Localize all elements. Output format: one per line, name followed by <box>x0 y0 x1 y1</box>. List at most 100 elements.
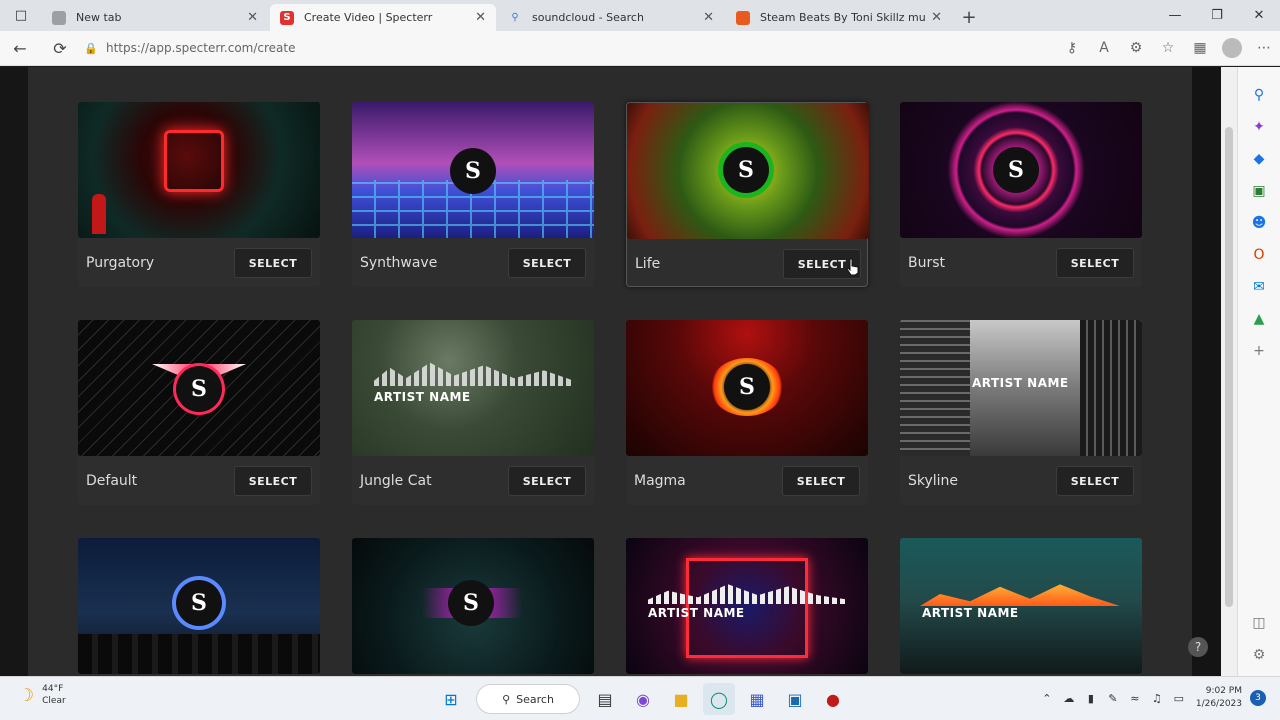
help-icon[interactable]: ? <box>1188 637 1208 657</box>
pen-icon[interactable]: ✎ <box>1102 683 1124 713</box>
search-icon: ⚲ <box>511 12 519 23</box>
artist-name-text: ARTIST NAME <box>648 606 745 620</box>
template-card-skyline[interactable]: ARTIST NAME Skyline SELECT <box>900 320 1142 505</box>
template-thumbnail <box>78 102 320 238</box>
tab-soundcloud-search[interactable]: ⚲ soundcloud - Search ✕ <box>498 4 724 31</box>
chat-icon[interactable]: ◉ <box>627 683 659 715</box>
app-icon[interactable]: ▣ <box>779 683 811 715</box>
specterr-logo-icon: S <box>450 148 496 194</box>
sparkle-icon[interactable]: ✦ <box>1248 116 1270 138</box>
new-tab-button[interactable]: + <box>954 4 984 31</box>
edge-browser-icon[interactable]: ◯ <box>703 683 735 715</box>
page-content: Purgatory SELECT S Synthwave SELECT S Li… <box>0 67 1237 676</box>
close-tab-icon[interactable]: ✕ <box>247 10 258 25</box>
tree-icon[interactable]: ▲ <box>1248 308 1270 330</box>
page-scrollbar[interactable] <box>1221 67 1237 676</box>
maximize-icon[interactable]: ❐ <box>1196 0 1238 31</box>
specterr-app-icon[interactable]: ● <box>817 683 849 715</box>
template-card-sunset-waves[interactable]: ARTIST NAME <box>900 538 1142 676</box>
search-icon: ⚲ <box>502 692 511 706</box>
specterr-logo-icon: S <box>176 580 222 626</box>
tag-icon[interactable]: ◆ <box>1248 148 1270 170</box>
tools-icon[interactable]: ▣ <box>1248 180 1270 202</box>
select-button[interactable]: SELECT <box>508 466 586 496</box>
close-tab-icon[interactable]: ✕ <box>475 10 486 25</box>
battery-status-icon[interactable]: ▭ <box>1168 683 1190 713</box>
battery-icon[interactable]: ▮ <box>1080 683 1102 713</box>
favorites-icon[interactable]: ☆ <box>1152 31 1184 66</box>
template-card-life[interactable]: S Life SELECT <box>626 102 869 287</box>
speaker-icon[interactable]: ♫ <box>1146 683 1168 713</box>
moon-icon: ☽ <box>18 684 35 706</box>
key-icon[interactable]: ⚷ <box>1056 31 1088 66</box>
background-panel <box>0 67 28 676</box>
scrollbar-thumb[interactable] <box>1225 127 1233 607</box>
taskbar-apps: ⊞ ⚲ Search ▤ ◉ ■ ◯ ▦ ▣ ● <box>432 683 852 715</box>
mouse-cursor-icon <box>846 258 859 276</box>
taskbar-search[interactable]: ⚲ Search <box>476 684 580 714</box>
template-card-jungle-cat[interactable]: ARTIST NAME Jungle Cat SELECT <box>352 320 594 505</box>
figure-shape <box>92 194 106 234</box>
workspaces-icon[interactable]: □ <box>0 0 42 31</box>
minimize-icon[interactable]: — <box>1154 0 1196 31</box>
tab-title: New tab <box>76 11 122 24</box>
template-name: Skyline <box>908 473 959 489</box>
chevron-up-icon[interactable]: ⌃ <box>1036 683 1058 713</box>
close-tab-icon[interactable]: ✕ <box>703 10 714 25</box>
select-button[interactable]: SELECT <box>234 248 312 278</box>
template-card-purgatory[interactable]: Purgatory SELECT <box>78 102 320 287</box>
template-thumbnail: ARTIST NAME <box>626 538 868 674</box>
more-icon[interactable]: ⋯ <box>1248 31 1280 66</box>
template-card-red-tunnel[interactable]: ARTIST NAME <box>626 538 868 676</box>
template-card-synthwave[interactable]: S Synthwave SELECT <box>352 102 594 287</box>
tab-title: Create Video | Specterr <box>304 11 433 24</box>
search-label: Search <box>516 692 554 706</box>
select-button[interactable]: SELECT <box>234 466 312 496</box>
collections-icon[interactable]: ▦ <box>1184 31 1216 66</box>
add-icon[interactable]: + <box>1248 340 1270 362</box>
task-view-icon[interactable]: ▤ <box>589 683 621 715</box>
refresh-icon[interactable]: ⟳ <box>40 31 80 66</box>
template-card-default[interactable]: S Default SELECT <box>78 320 320 505</box>
tracking-icon[interactable]: ⚙ <box>1120 31 1152 66</box>
close-tab-icon[interactable]: ✕ <box>931 10 942 25</box>
outlook-icon[interactable]: ✉ <box>1248 276 1270 298</box>
address-bar[interactable]: 🔒 https://app.specterr.com/create <box>84 35 964 61</box>
settings-gear-icon[interactable]: ⚙ <box>1248 644 1270 666</box>
template-card-burst[interactable]: S Burst SELECT <box>900 102 1142 287</box>
office-icon[interactable]: O <box>1248 244 1270 266</box>
profile-avatar[interactable] <box>1222 37 1242 58</box>
file-explorer-icon[interactable]: ■ <box>665 683 697 715</box>
notification-badge[interactable]: 3 <box>1250 690 1266 706</box>
back-arrow-icon[interactable]: ← <box>0 31 40 66</box>
weather-temp: 44°F <box>42 684 64 694</box>
split-screen-icon[interactable]: ◫ <box>1248 612 1270 634</box>
neon-frame-shape <box>164 130 224 192</box>
windows-start-icon[interactable]: ⊞ <box>435 683 467 715</box>
template-card-magma[interactable]: S Magma SELECT <box>626 320 868 505</box>
read-aloud-icon[interactable]: A <box>1088 31 1120 66</box>
wifi-icon[interactable]: ≈ <box>1124 683 1146 713</box>
building-shape <box>1080 320 1142 456</box>
select-button[interactable]: SELECT <box>782 466 860 496</box>
store-icon[interactable]: ▦ <box>741 683 773 715</box>
template-card-city-night[interactable]: S <box>78 538 320 676</box>
close-window-icon[interactable]: ✕ <box>1238 0 1280 31</box>
template-thumbnail: S <box>78 320 320 456</box>
select-button[interactable]: SELECT <box>508 248 586 278</box>
template-card-neon-street[interactable]: S <box>352 538 594 676</box>
select-button[interactable]: SELECT <box>1056 466 1134 496</box>
weather-desc: Clear <box>42 696 66 706</box>
tab-new-tab[interactable]: New tab ✕ <box>42 4 268 31</box>
artist-name-text: ARTIST NAME <box>374 390 471 404</box>
template-thumbnail: S <box>352 102 594 238</box>
search-icon[interactable]: ⚲ <box>1248 84 1270 106</box>
url-text: https://app.specterr.com/create <box>106 41 296 55</box>
tab-specterr[interactable]: S Create Video | Specterr ✕ <box>270 4 496 31</box>
tab-steam-beats[interactable]: Steam Beats By Toni Skillz musi ✕ <box>726 4 952 31</box>
select-button[interactable]: SELECT <box>1056 248 1134 278</box>
weather-widget[interactable]: ☽ 44°F Clear <box>18 683 66 707</box>
people-icon[interactable]: ☻ <box>1248 212 1270 234</box>
cloud-icon[interactable]: ☁ <box>1058 683 1080 713</box>
clock[interactable]: 9:02 PM 1/26/2023 <box>1196 685 1242 711</box>
